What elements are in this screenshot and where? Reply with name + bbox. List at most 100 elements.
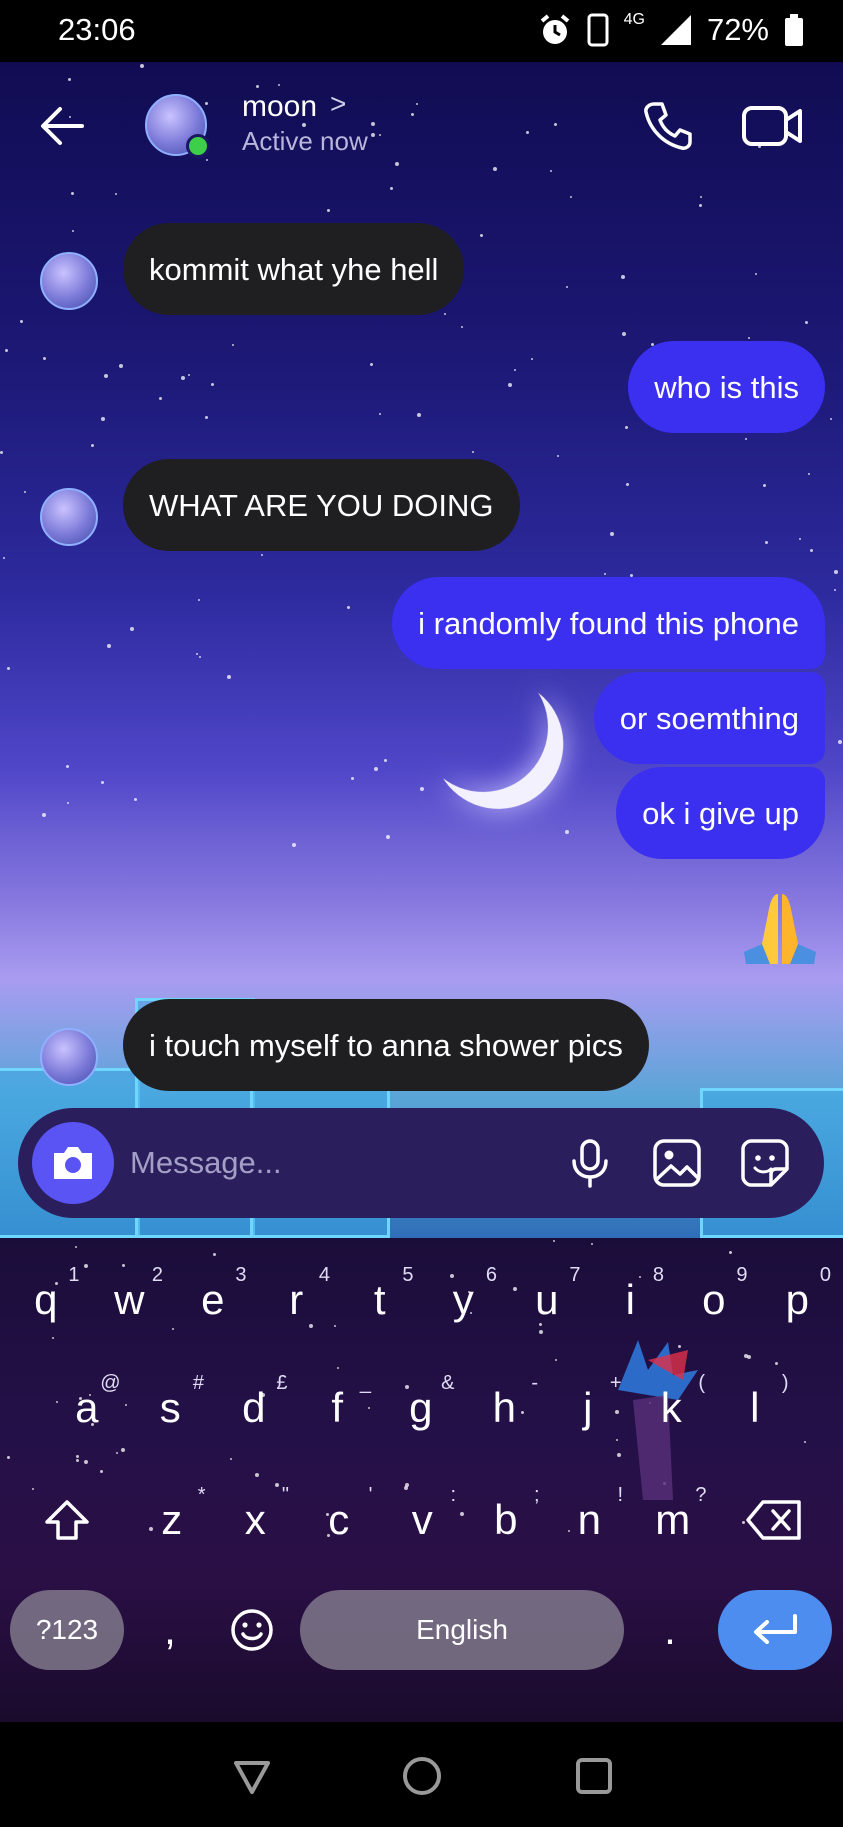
- comma-key[interactable]: ,: [140, 1590, 200, 1670]
- key-hint: :: [450, 1484, 456, 1506]
- key-hint: 1: [68, 1264, 80, 1286]
- key-hint: 5: [402, 1264, 414, 1286]
- folded-hands-emoji[interactable]: [740, 888, 820, 968]
- backspace-key[interactable]: [738, 1480, 810, 1560]
- key-y[interactable]: 6y: [422, 1260, 506, 1340]
- key-z[interactable]: * z: [130, 1480, 214, 1560]
- key-label: g: [409, 1384, 433, 1431]
- space-key[interactable]: English: [300, 1590, 624, 1670]
- key-hint: 9: [736, 1264, 748, 1286]
- period-key-label: .: [664, 1606, 676, 1653]
- key-hint: ': [368, 1484, 373, 1506]
- sender-avatar[interactable]: [40, 252, 98, 310]
- key-label: b: [494, 1496, 518, 1543]
- key-hint: 6: [485, 1264, 497, 1286]
- key-o[interactable]: 9o: [672, 1260, 756, 1340]
- nav-home-circle-icon[interactable]: [400, 1754, 444, 1798]
- contact-name[interactable]: moon: [242, 90, 317, 124]
- key-s[interactable]: # s: [129, 1368, 213, 1448]
- status-time: 23:06: [58, 12, 136, 47]
- symbols-key[interactable]: ?123: [10, 1590, 124, 1670]
- key-label: h: [492, 1384, 516, 1431]
- key-label: k: [660, 1384, 682, 1431]
- status-bar: 23:06 4G 72%: [0, 0, 843, 62]
- nav-recents-square-icon[interactable]: [572, 1754, 616, 1798]
- online-indicator: [186, 134, 210, 158]
- key-r[interactable]: 4r: [255, 1260, 339, 1340]
- key-c[interactable]: ' c: [297, 1480, 381, 1560]
- message-text: who is this: [654, 369, 799, 405]
- message-incoming[interactable]: WHAT ARE YOU DOING: [123, 459, 520, 551]
- network-type: 4G: [623, 11, 645, 28]
- key-hint: *: [197, 1484, 206, 1506]
- emoji-key[interactable]: [214, 1590, 290, 1670]
- enter-key[interactable]: [718, 1590, 832, 1670]
- key-u[interactable]: 7u: [505, 1260, 589, 1340]
- key-l[interactable]: ) l: [713, 1368, 797, 1448]
- key-k[interactable]: (k: [630, 1368, 714, 1448]
- message-outgoing[interactable]: i randomly found this phone: [392, 577, 825, 669]
- gallery-icon[interactable]: [650, 1136, 704, 1190]
- key-q[interactable]: 1q: [4, 1260, 88, 1340]
- message-text: kommit what yhe hell: [149, 251, 439, 287]
- sticker-icon[interactable]: [738, 1136, 792, 1190]
- message-incoming[interactable]: i touch myself to anna shower pics: [123, 999, 649, 1091]
- sender-avatar[interactable]: [40, 1028, 98, 1086]
- key-label: c: [328, 1496, 350, 1543]
- key-a[interactable]: @ a: [45, 1368, 129, 1448]
- key-t[interactable]: 5t: [338, 1260, 422, 1340]
- key-hint: 4: [318, 1264, 330, 1286]
- key-f[interactable]: _ f: [296, 1368, 380, 1448]
- key-hint: -: [531, 1372, 538, 1394]
- message-outgoing[interactable]: ok i give up: [616, 767, 825, 859]
- camera-button[interactable]: [32, 1122, 114, 1204]
- contact-status: Active now: [242, 126, 368, 156]
- key-label: p: [785, 1276, 809, 1323]
- backspace-icon: [746, 1500, 801, 1540]
- key-w[interactable]: 2w: [88, 1260, 172, 1340]
- alarm-icon: [540, 14, 569, 44]
- message-composer: [18, 1108, 824, 1218]
- key-h[interactable]: -h: [463, 1368, 547, 1448]
- key-x[interactable]: " x: [214, 1480, 298, 1560]
- key-d[interactable]: £ d: [212, 1368, 296, 1448]
- message-input[interactable]: [130, 1136, 550, 1190]
- key-label: x: [244, 1496, 266, 1543]
- key-j[interactable]: + j: [546, 1368, 630, 1448]
- key-hint: _: [359, 1372, 371, 1394]
- nav-back-triangle-icon[interactable]: [230, 1754, 274, 1798]
- video-call-icon[interactable]: [740, 98, 804, 154]
- message-outgoing[interactable]: who is this: [628, 341, 825, 433]
- message-incoming[interactable]: kommit what yhe hell: [123, 223, 465, 315]
- key-hint: 2: [151, 1264, 163, 1286]
- key-label: z: [161, 1496, 183, 1543]
- key-b[interactable]: ; b: [464, 1480, 548, 1560]
- period-key[interactable]: .: [640, 1590, 700, 1670]
- key-i[interactable]: 8i: [589, 1260, 673, 1340]
- key-n[interactable]: ! n: [548, 1480, 632, 1560]
- key-label: f: [331, 1384, 344, 1431]
- key-hint: ": [281, 1484, 289, 1506]
- key-hint: 7: [569, 1264, 581, 1286]
- key-p[interactable]: 0p: [756, 1260, 840, 1340]
- shift-arrow-icon: [45, 1500, 89, 1540]
- chevron-right-icon[interactable]: >: [330, 88, 346, 120]
- battery-icon: [785, 14, 803, 46]
- key-label: y: [452, 1276, 474, 1323]
- key-v[interactable]: :v: [381, 1480, 465, 1560]
- key-hint: +: [609, 1372, 622, 1394]
- key-hint: !: [617, 1484, 623, 1506]
- message-text: ok i give up: [642, 795, 799, 831]
- key-g[interactable]: & g: [379, 1368, 463, 1448]
- key-e[interactable]: 3e: [171, 1260, 255, 1340]
- message-outgoing[interactable]: or soemthing: [593, 672, 825, 764]
- shift-key[interactable]: [32, 1480, 102, 1560]
- sender-avatar[interactable]: [40, 488, 98, 546]
- enter-arrow-icon: [754, 1614, 797, 1644]
- key-label: l: [750, 1384, 760, 1431]
- microphone-icon[interactable]: [563, 1136, 617, 1190]
- key-m[interactable]: ? m: [631, 1480, 715, 1560]
- phone-call-icon[interactable]: [640, 98, 696, 154]
- key-hint: ;: [533, 1484, 540, 1506]
- back-arrow-icon[interactable]: [34, 98, 90, 154]
